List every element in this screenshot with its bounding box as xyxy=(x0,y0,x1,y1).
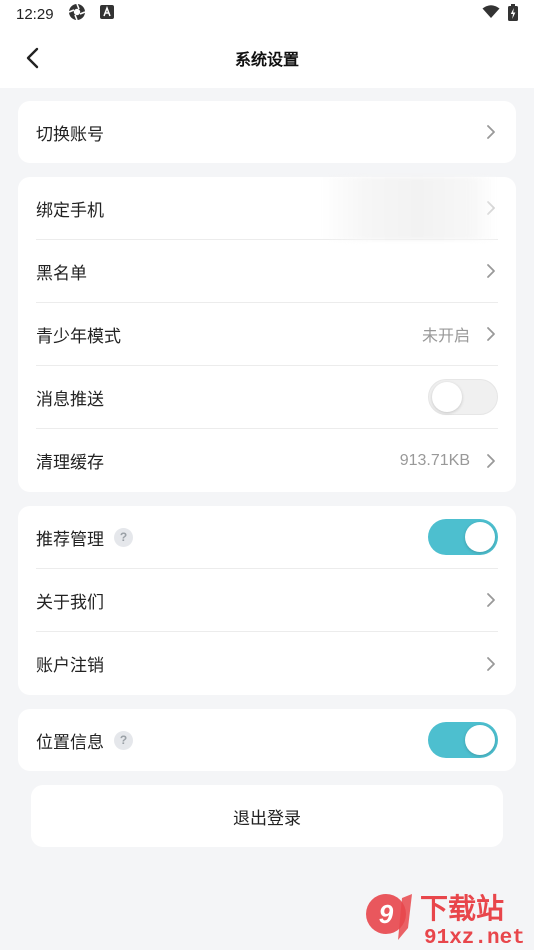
location-info-label: 位置信息 xyxy=(36,732,104,753)
location-info-row: 位置信息 ? xyxy=(36,709,498,771)
clear-cache-label: 清理缓存 xyxy=(36,453,104,473)
settings-group-privacy: 推荐管理 ? 关于我们 账户注销 xyxy=(18,506,516,695)
about-us-row[interactable]: 关于我们 xyxy=(36,569,498,632)
bind-phone-row[interactable]: 绑定手机 xyxy=(36,177,498,240)
message-push-row: 消息推送 xyxy=(36,366,498,429)
blacklist-label: 黑名单 xyxy=(36,263,87,284)
toggle-knob xyxy=(465,522,495,552)
watermark-logo-icon: 9 xyxy=(366,894,412,940)
cache-size-value: 913.71KB xyxy=(399,451,470,469)
switch-account-label: 切换账号 xyxy=(36,124,104,145)
account-cancel-row[interactable]: 账户注销 xyxy=(36,632,498,695)
svg-text:9: 9 xyxy=(379,899,394,929)
teen-mode-status: 未开启 xyxy=(421,328,470,345)
chevron-left-icon xyxy=(26,47,39,69)
toggle-knob xyxy=(465,725,495,755)
logout-label: 退出登录 xyxy=(233,808,301,829)
clear-cache-row[interactable]: 清理缓存 913.71KB xyxy=(36,429,498,492)
chevron-right-icon xyxy=(484,591,498,609)
teen-mode-row[interactable]: 青少年模式 未开启 xyxy=(36,303,498,366)
recommend-manage-toggle[interactable] xyxy=(428,519,498,555)
chevron-right-icon xyxy=(484,452,498,470)
header: 系统设置 xyxy=(0,28,534,88)
recommend-manage-label: 推荐管理 xyxy=(36,529,104,550)
settings-content: 切换账号 绑定手机 黑名单 青少年模式 未开启 消息推送 清理缓存 913.71… xyxy=(0,88,534,847)
settings-group-general: 绑定手机 黑名单 青少年模式 未开启 消息推送 清理缓存 913.71KB xyxy=(18,177,516,492)
message-push-toggle[interactable] xyxy=(428,379,498,415)
blacklist-row[interactable]: 黑名单 xyxy=(36,240,498,303)
site-watermark: 9 下载站 91xz.net xyxy=(362,888,530,950)
wifi-icon xyxy=(482,5,500,23)
location-info-toggle[interactable] xyxy=(428,722,498,758)
chevron-right-icon xyxy=(484,123,498,141)
watermark-site: 91xz.net xyxy=(424,927,525,948)
font-a-icon xyxy=(99,5,114,23)
chevron-right-icon xyxy=(484,655,498,673)
redacted-phone-mask xyxy=(321,177,497,240)
chevron-right-icon xyxy=(484,262,498,280)
about-us-label: 关于我们 xyxy=(36,592,104,613)
bind-phone-label: 绑定手机 xyxy=(36,200,104,221)
settings-group-account: 切换账号 xyxy=(18,101,516,163)
logout-button[interactable]: 退出登录 xyxy=(31,785,503,847)
chevron-right-icon xyxy=(484,325,498,343)
help-icon[interactable]: ? xyxy=(114,730,133,750)
help-icon[interactable]: ? xyxy=(114,527,133,547)
settings-group-location: 位置信息 ? xyxy=(18,709,516,771)
recommend-manage-row: 推荐管理 ? xyxy=(36,506,498,569)
message-push-label: 消息推送 xyxy=(36,389,104,410)
status-bar: 12:29 xyxy=(0,0,534,28)
account-cancel-label: 账户注销 xyxy=(36,656,104,676)
battery-charging-icon xyxy=(508,3,518,25)
toggle-knob xyxy=(432,382,462,412)
page-title: 系统设置 xyxy=(234,50,299,69)
switch-account-row[interactable]: 切换账号 xyxy=(36,101,498,163)
aperture-icon xyxy=(68,3,86,25)
teen-mode-label: 青少年模式 xyxy=(36,326,121,347)
back-button[interactable] xyxy=(16,42,48,74)
watermark-brand: 下载站 xyxy=(420,892,504,925)
status-time: 12:29 xyxy=(16,5,54,23)
